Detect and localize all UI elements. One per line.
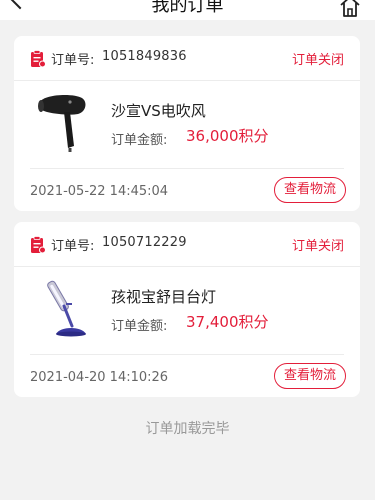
nav-bar: 我的订单 [0,0,375,20]
order-doc-icon [31,236,46,254]
order-status: 订单关闭 [291,53,344,68]
order-time: 2021-04-20 14:10:26 [30,370,169,385]
order-number: 1050712229 [102,235,187,250]
amount-label: 订单金额: [111,319,168,334]
order-card[interactable]: 订单号: 1050712229 订单关闭 孩视宝舒目台灯 订单金额: 37,40… [14,222,360,397]
load-complete-text: 订单加载完毕 [145,421,230,437]
divider [30,354,344,355]
order-time: 2021-05-22 14:45:04 [30,184,169,199]
order-number-label: 订单号: [51,53,95,68]
divider [30,168,344,169]
view-logistics-button[interactable]: 查看物流 [274,177,346,203]
view-logistics-button[interactable]: 查看物流 [274,363,346,389]
order-card[interactable]: 订单号: 1051849836 订单关闭 沙宣VS电吹风 订单金额: 36,00… [14,36,360,211]
desk-lamp-image [47,280,86,337]
product-name: 沙宣VS电吹风 [111,102,206,120]
hair-dryer-image [38,94,86,152]
order-header: 订单号: 1051849836 订单关闭 [14,36,360,81]
amount-value: 37,400积分 [186,313,269,331]
order-doc-icon [31,50,46,68]
amount-value: 36,000积分 [186,127,269,145]
amount-label: 订单金额: [111,133,168,148]
page-title: 我的订单 [151,0,224,16]
order-status: 订单关闭 [291,239,344,254]
order-number-label: 订单号: [51,239,95,254]
home-icon[interactable] [339,0,361,18]
order-number: 1051849836 [102,49,187,64]
product-name: 孩视宝舒目台灯 [111,288,217,306]
order-header: 订单号: 1050712229 订单关闭 [14,222,360,267]
